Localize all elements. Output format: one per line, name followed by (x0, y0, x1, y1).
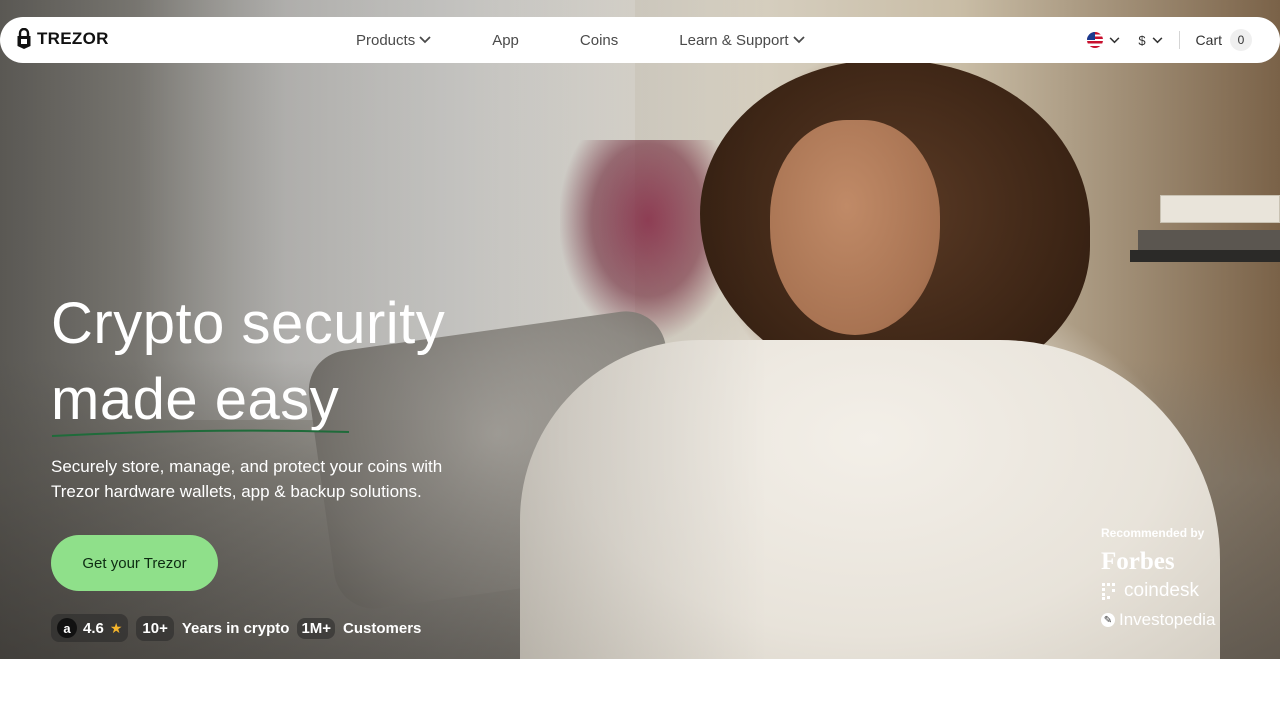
recommended-by: Recommended by Forbes coindesk ✎ Investo… (1101, 526, 1215, 630)
nav-right: $ Cart 0 (1087, 17, 1252, 63)
currency-selector[interactable]: $ (1138, 33, 1162, 48)
nav-links: Products App Coins Learn & Support (356, 17, 805, 63)
hero-headline-line1: Crypto security (51, 291, 446, 356)
nav-coins-label: Coins (579, 31, 619, 49)
nav-learn-support[interactable]: Learn & Support (679, 31, 805, 49)
customers-label: Customers (343, 619, 422, 637)
nav-products-label: Products (356, 31, 416, 49)
get-your-trezor-button[interactable]: Get your Trezor (51, 535, 218, 591)
nav-coins[interactable]: Coins (580, 32, 618, 49)
investopedia-logo: ✎ Investopedia (1101, 610, 1215, 630)
hero-stats: a 4.6 ★ 10+ Years in crypto 1M+ Customer… (51, 614, 421, 642)
nav-products[interactable]: Products (356, 32, 431, 49)
nav-learn-support-label: Learn & Support (679, 31, 789, 49)
amazon-rating-badge[interactable]: a 4.6 ★ (51, 614, 129, 642)
chevron-down-icon (1109, 36, 1120, 43)
hero-subtext: Securely store, manage, and protect your… (51, 454, 491, 504)
chevron-down-icon (1152, 36, 1162, 43)
cart-button[interactable]: Cart 0 (1196, 29, 1252, 51)
trezor-lock-icon (17, 28, 31, 49)
customers-badge: 1M+ (297, 617, 336, 639)
years-value: 10+ (142, 619, 168, 637)
region-selector[interactable] (1087, 32, 1120, 48)
rating-value: 4.6 (83, 619, 104, 637)
trezor-logo[interactable]: TREZOR (16, 28, 109, 50)
chevron-down-icon (792, 36, 805, 44)
us-flag-icon (1087, 32, 1104, 48)
logo-text: TREZOR (37, 29, 109, 48)
coindesk-icon (1102, 583, 1115, 600)
years-label: Years in crypto (181, 619, 290, 637)
nav-divider (1178, 31, 1180, 49)
hero-subtext-line1: Securely store, manage, and protect your… (51, 457, 443, 476)
top-navbar: TREZOR Products App Coins Learn & Suppor… (0, 17, 1280, 63)
amazon-icon: a (57, 618, 77, 638)
nav-app[interactable]: App (492, 32, 519, 49)
coindesk-text: coindesk (1124, 580, 1199, 601)
coindesk-logo: coindesk (1101, 580, 1215, 602)
years-badge: 10+ (136, 615, 174, 641)
forbes-logo: Forbes (1101, 548, 1175, 575)
investopedia-text: Investopedia (1119, 610, 1216, 629)
hero-subtext-line2: Trezor hardware wallets, app & backup so… (51, 482, 422, 501)
chevron-down-icon (419, 36, 431, 44)
cart-count-badge: 0 (1230, 29, 1252, 51)
nav-app-label: App (492, 31, 519, 49)
customers-value: 1M+ (301, 619, 332, 637)
hero-headline-line2: made easy (51, 367, 340, 432)
headline-underline (51, 429, 350, 437)
currency-label: $ (1138, 32, 1146, 48)
cart-label: Cart (1195, 32, 1222, 48)
hero-headline: Crypto security made easy (51, 286, 445, 438)
hero-section: Crypto security made easy Securely store… (0, 0, 1280, 659)
star-icon: ★ (109, 619, 123, 636)
recommended-title: Recommended by (1101, 526, 1205, 540)
investopedia-icon: ✎ (1101, 613, 1115, 627)
